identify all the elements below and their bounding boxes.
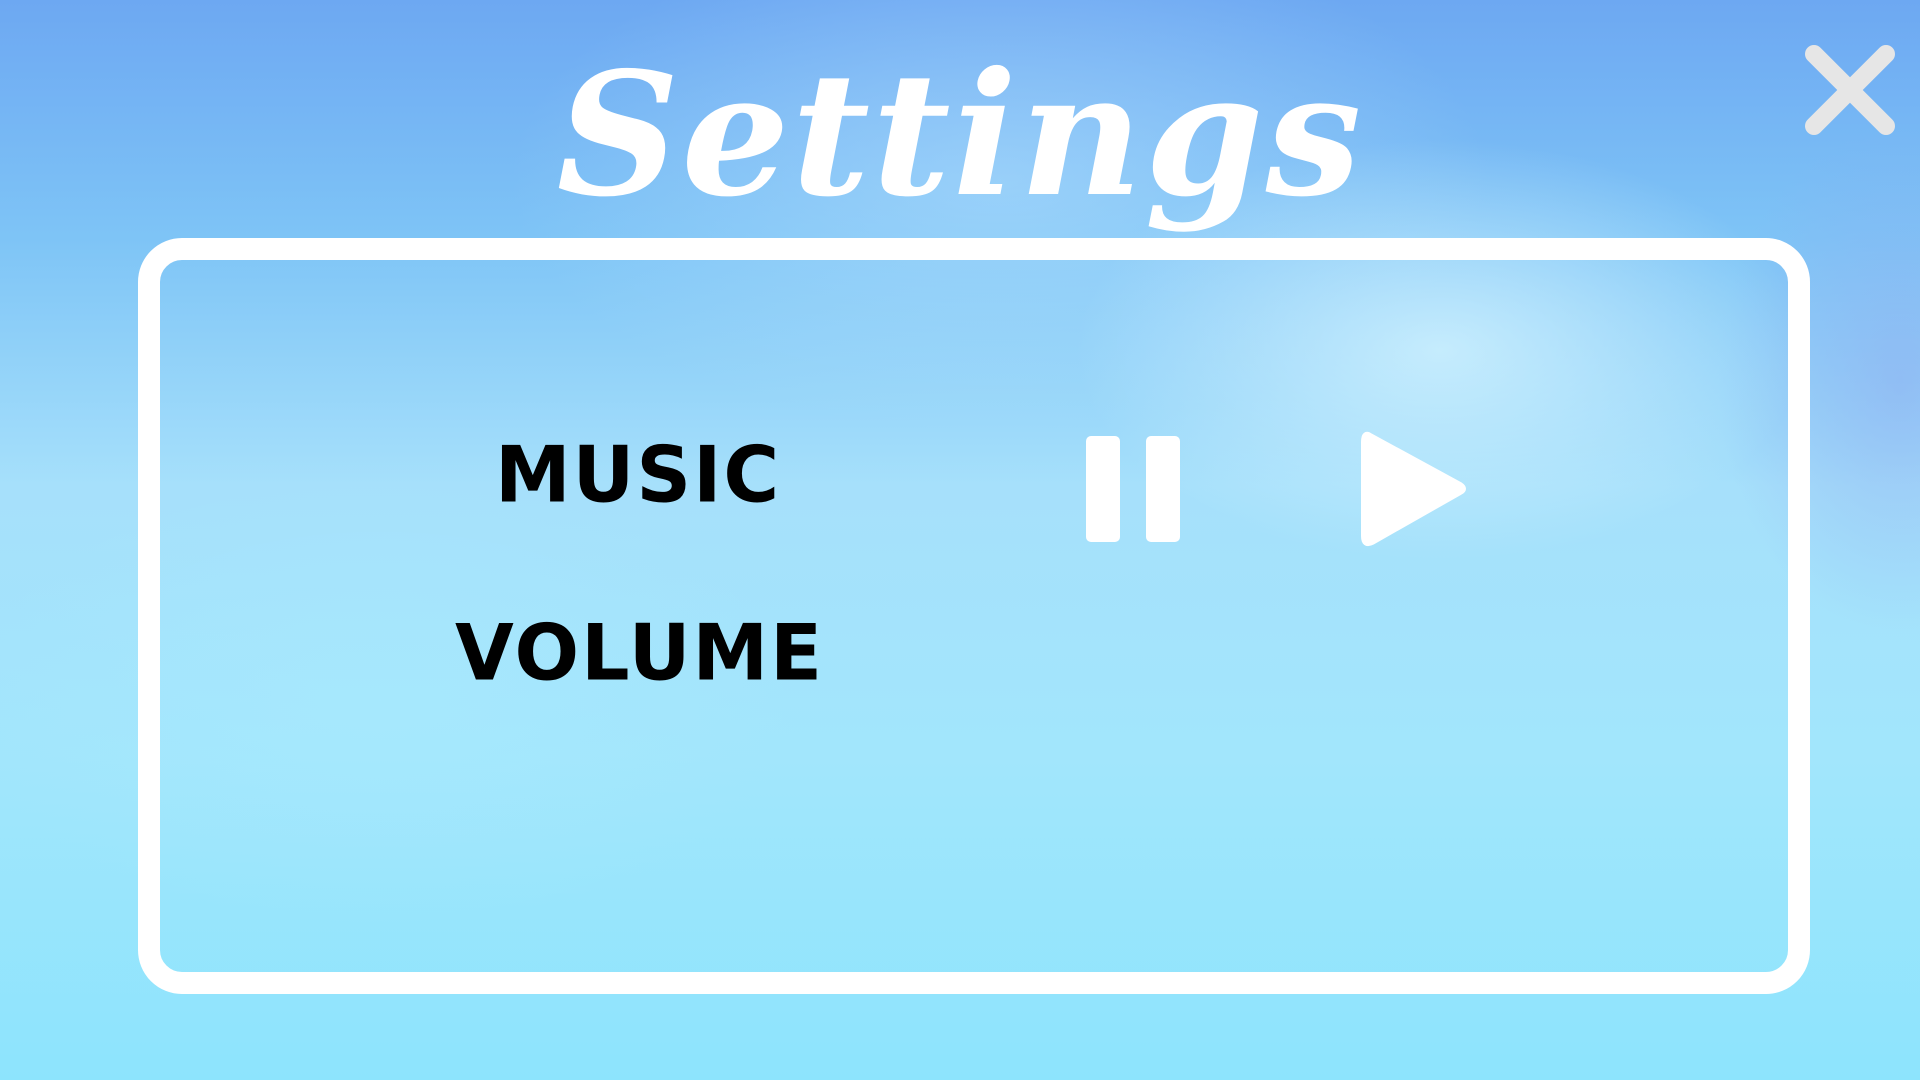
page-title: Settings xyxy=(556,35,1364,235)
music-label: MUSIC xyxy=(495,429,782,520)
music-play-button[interactable] xyxy=(1356,426,1468,552)
close-icon xyxy=(1805,45,1895,135)
settings-panel xyxy=(138,238,1810,994)
volume-label: VOLUME xyxy=(455,607,825,698)
play-icon xyxy=(1361,431,1466,547)
pause-icon xyxy=(1086,436,1180,542)
close-button[interactable] xyxy=(1800,40,1900,140)
music-pause-button[interactable] xyxy=(1080,432,1186,546)
